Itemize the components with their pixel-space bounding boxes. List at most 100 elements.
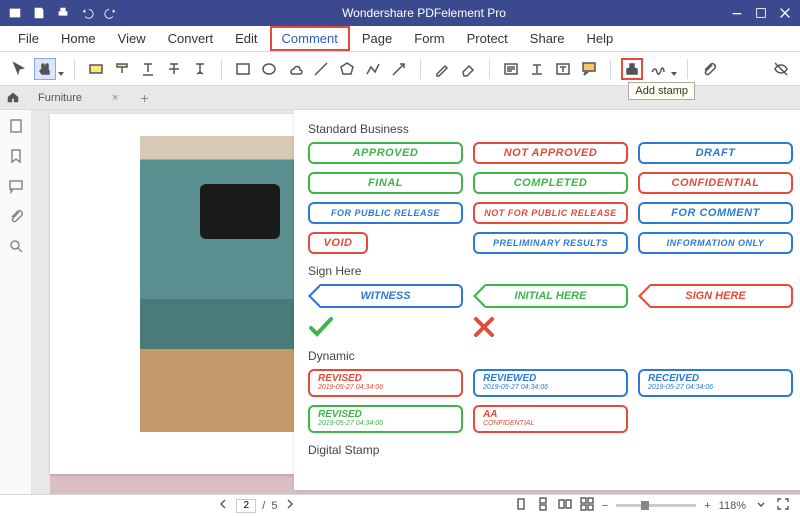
prev-page-icon[interactable]: [216, 497, 230, 514]
stamp-not-approved[interactable]: NOT APPROVED: [473, 142, 628, 164]
polygon-icon[interactable]: [336, 58, 358, 80]
document-canvas[interactable]: Standard Business APPROVED NOT APPROVED …: [32, 110, 800, 494]
search-panel-icon[interactable]: [8, 238, 24, 254]
stamp-for-public-release[interactable]: FOR PUBLIC RELEASE: [308, 202, 463, 224]
tab-add-icon[interactable]: +: [134, 90, 154, 106]
hand-tool-icon[interactable]: [34, 58, 56, 80]
hide-annotations-icon[interactable]: [770, 58, 792, 80]
pdf-page: [50, 114, 294, 474]
highlight-area-icon[interactable]: [85, 58, 107, 80]
dyn-stamp-aa-confidential[interactable]: AA CONFIDENTIAL: [473, 405, 628, 433]
menu-file[interactable]: File: [8, 28, 49, 49]
stamp-draft[interactable]: DRAFT: [638, 142, 793, 164]
arrow-icon[interactable]: [388, 58, 410, 80]
stamp-not-for-public-release[interactable]: NOT FOR PUBLIC RELEASE: [473, 202, 628, 224]
next-page-icon[interactable]: [283, 497, 297, 514]
stamp-completed[interactable]: COMPLETED: [473, 172, 628, 194]
stamp-confidential[interactable]: CONFIDENTIAL: [638, 172, 793, 194]
fullscreen-icon[interactable]: [776, 497, 790, 514]
strikethrough-icon[interactable]: [163, 58, 185, 80]
tool-dropdown-icon[interactable]: [58, 72, 64, 76]
dyn-title: REVISED: [318, 410, 453, 420]
stamp-for-comment[interactable]: FOR COMMENT: [638, 202, 793, 224]
stamp-preliminary-results[interactable]: PRELIMINARY RESULTS: [473, 232, 628, 254]
tab-close-icon[interactable]: ×: [112, 92, 118, 104]
maximize-icon[interactable]: [754, 6, 768, 20]
print-icon[interactable]: [56, 6, 70, 20]
pillow-shape: [200, 184, 280, 239]
thumbnails-icon[interactable]: [8, 118, 24, 134]
dyn-stamp-revised-red[interactable]: REVISED 2019-05-27 04:34:06: [308, 369, 463, 397]
line-icon[interactable]: [310, 58, 332, 80]
tab-furniture[interactable]: Furniture ×: [30, 90, 126, 106]
cloud-icon[interactable]: [284, 58, 306, 80]
sign-here-mark-row: [308, 316, 800, 341]
oval-icon[interactable]: [258, 58, 280, 80]
underline-icon[interactable]: [137, 58, 159, 80]
window-controls: [722, 6, 800, 20]
app-logo-icon: [8, 6, 22, 20]
redo-icon[interactable]: [104, 6, 118, 20]
dyn-stamp-reviewed[interactable]: REVIEWED 2019-05-27 04:34:06: [473, 369, 628, 397]
checkmark-icon[interactable]: [308, 316, 463, 341]
eraser-icon[interactable]: [457, 58, 479, 80]
menu-view[interactable]: View: [108, 28, 156, 49]
connected-lines-icon[interactable]: [362, 58, 384, 80]
menu-share[interactable]: Share: [520, 28, 575, 49]
view-two-page-icon[interactable]: [558, 497, 572, 514]
menu-form[interactable]: Form: [404, 28, 454, 49]
arrow-witness[interactable]: WITNESS: [308, 284, 463, 308]
menu-help[interactable]: Help: [577, 28, 624, 49]
note-tools: [500, 58, 600, 80]
signature-icon[interactable]: [647, 58, 669, 80]
xmark-icon[interactable]: [473, 316, 628, 341]
zoom-slider[interactable]: [616, 504, 696, 507]
menu-edit[interactable]: Edit: [225, 28, 267, 49]
caret-icon[interactable]: [189, 58, 211, 80]
section-title-dynamic: Dynamic: [308, 349, 800, 363]
menu-protect[interactable]: Protect: [457, 28, 518, 49]
save-icon[interactable]: [32, 6, 46, 20]
add-stamp-button[interactable]: [621, 58, 643, 80]
comments-icon[interactable]: [8, 178, 24, 194]
minimize-icon[interactable]: [730, 6, 744, 20]
menu-home[interactable]: Home: [51, 28, 106, 49]
menu-page[interactable]: Page: [352, 28, 402, 49]
stamp-approved[interactable]: APPROVED: [308, 142, 463, 164]
pencil-icon[interactable]: [431, 58, 453, 80]
stamp-final[interactable]: FINAL: [308, 172, 463, 194]
menu-comment[interactable]: Comment: [270, 26, 350, 51]
view-continuous-icon[interactable]: [536, 497, 550, 514]
callout-icon[interactable]: [578, 58, 600, 80]
zoom-out-icon[interactable]: −: [602, 500, 608, 512]
app-title: Wondershare PDFelement Pro: [126, 6, 722, 20]
dyn-stamp-revised-green[interactable]: REVISED 2019-05-27 04:34:06: [308, 405, 463, 433]
highlight-tools: [85, 58, 211, 80]
arrow-sign-here[interactable]: SIGN HERE: [638, 284, 793, 308]
menu-convert[interactable]: Convert: [158, 28, 224, 49]
zoom-dropdown-icon[interactable]: [754, 497, 768, 514]
sticky-note-icon[interactable]: [500, 58, 522, 80]
bookmarks-icon[interactable]: [8, 148, 24, 164]
typewriter-icon[interactable]: [526, 58, 548, 80]
close-icon[interactable]: [778, 6, 792, 20]
view-single-icon[interactable]: [514, 497, 528, 514]
dyn-stamp-received[interactable]: RECEIVED 2019-05-27 04:34:06: [638, 369, 793, 397]
zoom-in-icon[interactable]: +: [704, 500, 710, 512]
signature-dropdown-icon[interactable]: [671, 72, 677, 76]
rectangle-icon[interactable]: [232, 58, 254, 80]
undo-icon[interactable]: [80, 6, 94, 20]
highlight-text-icon[interactable]: [111, 58, 133, 80]
attachment-icon[interactable]: [698, 58, 720, 80]
stamp-information-only[interactable]: INFORMATION ONLY: [638, 232, 793, 254]
home-icon[interactable]: [6, 90, 22, 106]
dyn-title: REVIEWED: [483, 374, 618, 384]
arrow-initial-here[interactable]: INITIAL HERE: [473, 284, 628, 308]
view-two-continuous-icon[interactable]: [580, 497, 594, 514]
stamp-void[interactable]: VOID: [308, 232, 368, 254]
dyn-title: REVISED: [318, 374, 453, 384]
select-tool-icon[interactable]: [8, 58, 30, 80]
page-input[interactable]: [236, 499, 256, 513]
attachments-icon[interactable]: [8, 208, 24, 224]
text-box-icon[interactable]: [552, 58, 574, 80]
